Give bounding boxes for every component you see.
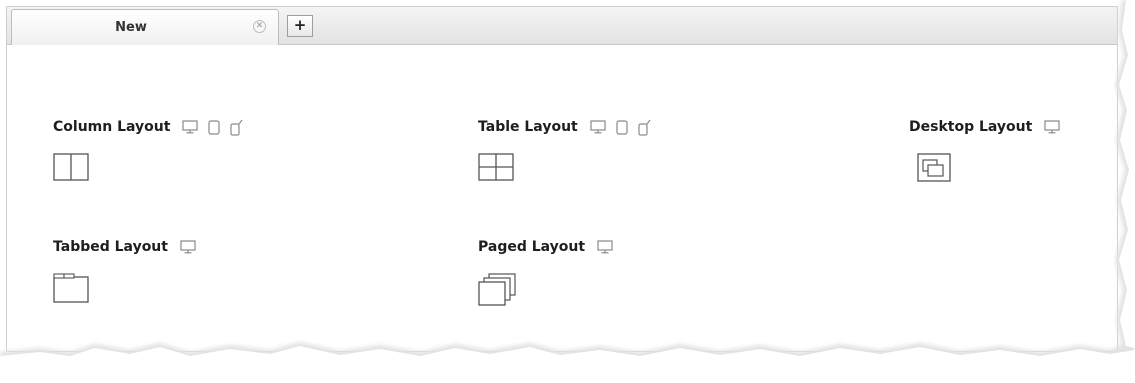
desktop-layout-icon[interactable]	[917, 153, 953, 183]
tab-bar: New ✕ +	[7, 7, 1117, 45]
desktop-layout-option: Desktop Layout	[909, 115, 1070, 183]
tab-new[interactable]: New ✕	[11, 9, 279, 45]
desktop-icon	[182, 120, 199, 134]
tab-label: New	[115, 20, 147, 35]
phone-icon	[638, 119, 651, 136]
column-layout-title: Column Layout	[53, 119, 171, 135]
desktop-icon	[597, 240, 613, 254]
table-layout-title: Table Layout	[478, 119, 578, 135]
desktop-icon	[180, 240, 196, 254]
desktop-icon	[1044, 120, 1060, 134]
tabbed-layout-title: Tabbed Layout	[53, 239, 168, 255]
tabbed-layout-icon[interactable]	[53, 273, 89, 303]
close-icon[interactable]: ✕	[253, 20, 266, 33]
tablet-icon	[208, 119, 221, 135]
desktop-layout-title: Desktop Layout	[909, 119, 1033, 135]
column-layout-option: Column Layout	[53, 115, 253, 181]
paged-layout-icon[interactable]	[478, 273, 518, 307]
desktop-icon	[590, 120, 606, 134]
paged-layout-title: Paged Layout	[478, 239, 586, 255]
table-layout-option: Table Layout	[478, 115, 661, 181]
layout-picker-panel: New ✕ + Column Layout Table Layout Deskt…	[6, 6, 1118, 352]
tablet-icon	[616, 119, 628, 135]
table-layout-icon[interactable]	[478, 153, 514, 181]
add-tab-button[interactable]: +	[287, 15, 313, 37]
tabbed-layout-option: Tabbed Layout	[53, 235, 206, 303]
phone-icon	[230, 119, 243, 136]
paged-layout-option: Paged Layout	[478, 235, 623, 307]
column-layout-icon[interactable]	[53, 153, 89, 181]
